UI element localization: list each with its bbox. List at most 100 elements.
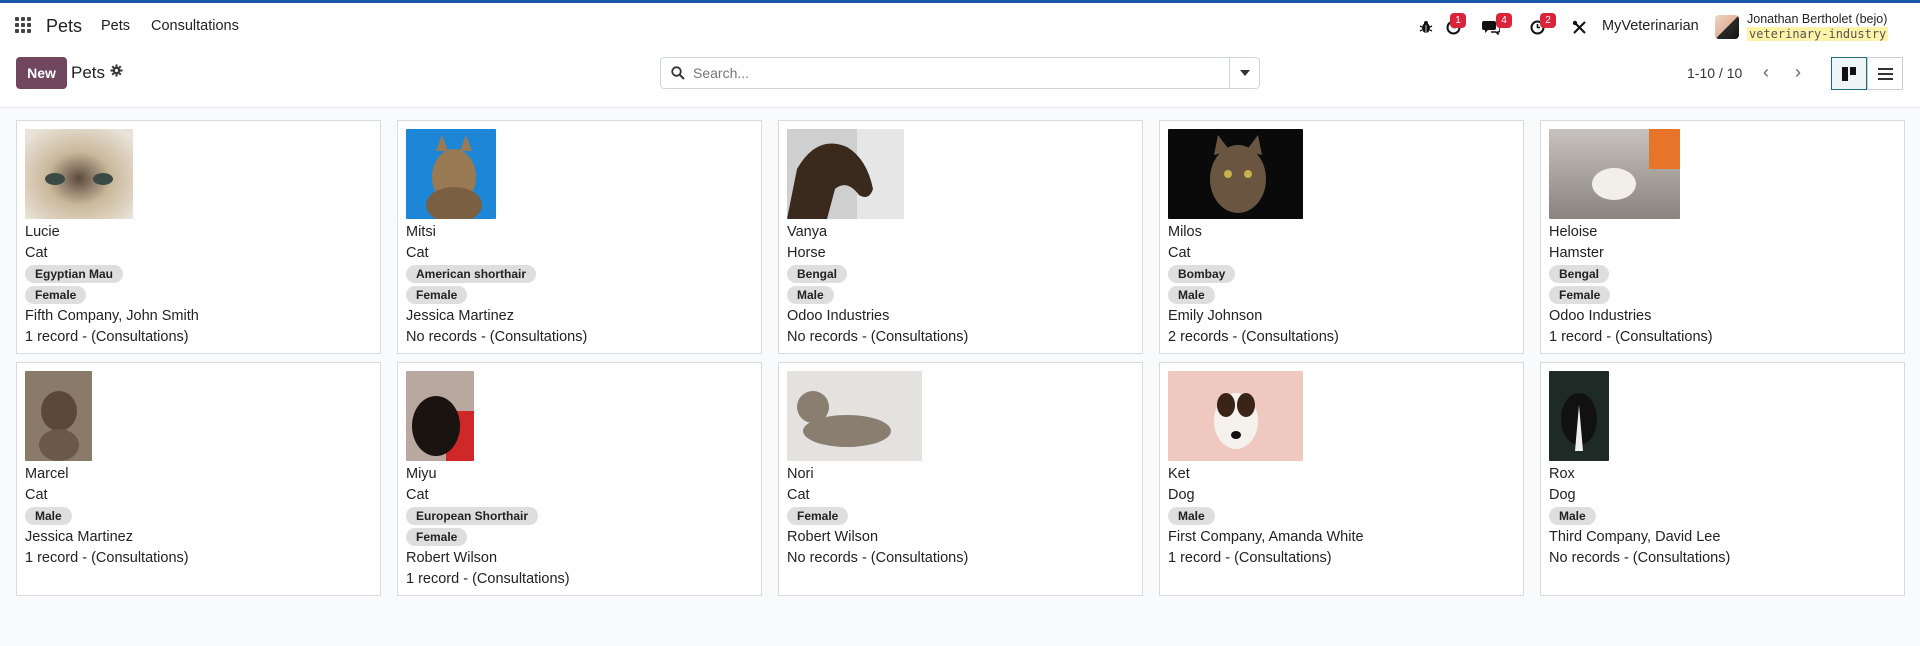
messages-badge: 4 xyxy=(1496,13,1512,28)
breed-tag: Bombay xyxy=(1168,265,1236,283)
breed-tag: Bengal xyxy=(787,265,848,283)
consultations-link[interactable]: 1 record - (Consultations) xyxy=(1549,327,1896,348)
page-title: Pets xyxy=(71,63,106,82)
breed-tag: Egyptian Mau xyxy=(25,265,124,283)
pet-card[interactable]: Milos Cat Bombay Male Emily Johnson 2 re… xyxy=(1159,120,1524,354)
pet-name: Vanya xyxy=(787,224,828,240)
pet-type: Dog xyxy=(1549,487,1576,503)
pet-owner: First Company, Amanda White xyxy=(1168,529,1364,545)
pet-type: Cat xyxy=(406,245,429,261)
consultations-link[interactable]: 1 record - (Consultations) xyxy=(406,569,753,590)
pet-type: Horse xyxy=(787,245,826,261)
pet-card[interactable]: Lucie Cat Egyptian Mau Female Fifth Comp… xyxy=(16,120,381,354)
pager-previous-icon[interactable]: ‹ xyxy=(1757,63,1775,83)
search-input[interactable] xyxy=(693,62,1223,84)
pet-name: Miyu xyxy=(406,466,437,482)
app-brand[interactable]: Pets xyxy=(46,16,82,37)
pet-type: Cat xyxy=(787,487,810,503)
pet-photo xyxy=(1168,371,1303,461)
pet-photo xyxy=(1168,129,1303,219)
tools-icon[interactable] xyxy=(1569,17,1589,37)
gender-tag: Male xyxy=(25,507,72,525)
consultations-link[interactable]: 1 record - (Consultations) xyxy=(25,548,372,569)
consultations-link[interactable]: No records - (Consultations) xyxy=(406,327,753,348)
pet-card[interactable]: Miyu Cat European Shorthair Female Rober… xyxy=(397,362,762,596)
control-panel: New Pets 1-10 / 10 ‹ › xyxy=(0,48,1920,108)
pet-name: Lucie xyxy=(25,224,60,240)
main-navbar: Pets Pets Consultations 1 4 2 MyVeterina… xyxy=(0,3,1920,48)
pet-type: Dog xyxy=(1168,487,1195,503)
list-view-button[interactable] xyxy=(1867,57,1903,90)
pet-name: Heloise xyxy=(1549,224,1598,240)
gear-icon[interactable] xyxy=(110,64,123,80)
gender-tag: Female xyxy=(25,286,87,304)
pet-card[interactable]: Marcel Cat Male Jessica Martinez 1 recor… xyxy=(16,362,381,596)
gender-tag: Male xyxy=(787,286,834,304)
search-bar xyxy=(660,57,1260,89)
pet-photo xyxy=(787,371,922,461)
pet-type: Cat xyxy=(25,245,48,261)
pet-owner: Emily Johnson xyxy=(1168,308,1263,324)
gender-tag: Male xyxy=(1549,507,1596,525)
consultations-link[interactable]: No records - (Consultations) xyxy=(787,548,1134,569)
pet-name: Ket xyxy=(1168,466,1190,482)
gender-tag: Female xyxy=(406,286,468,304)
pager-next-icon[interactable]: › xyxy=(1789,63,1807,83)
consultations-link[interactable]: No records - (Consultations) xyxy=(1549,548,1896,569)
user-avatar[interactable] xyxy=(1715,15,1739,39)
pet-card[interactable]: Ket Dog Male First Company, Amanda White… xyxy=(1159,362,1524,596)
pet-owner: Jessica Martinez xyxy=(25,529,133,545)
pet-photo xyxy=(25,129,133,219)
kanban-icon xyxy=(1842,66,1856,81)
pet-owner: Third Company, David Lee xyxy=(1549,529,1721,545)
pet-photo xyxy=(25,371,92,461)
pet-card[interactable]: Heloise Hamster Bengal Female Odoo Indus… xyxy=(1540,120,1905,354)
search-options-toggle[interactable] xyxy=(1229,58,1259,88)
pet-owner: Odoo Industries xyxy=(1549,308,1652,324)
search-icon xyxy=(671,66,685,80)
company-switcher[interactable]: MyVeterinarian xyxy=(1602,18,1699,34)
pet-photo xyxy=(1549,371,1609,461)
caret-down-icon xyxy=(1239,70,1250,76)
breed-tag: European Shorthair xyxy=(406,507,539,525)
pet-name: Mitsi xyxy=(406,224,436,240)
pet-name: Milos xyxy=(1168,224,1202,240)
gender-tag: Male xyxy=(1168,507,1215,525)
pager-value[interactable]: 1-10 / 10 xyxy=(1687,65,1742,81)
consultations-link[interactable]: 1 record - (Consultations) xyxy=(1168,548,1515,569)
consultations-link[interactable]: 1 record - (Consultations) xyxy=(25,327,372,348)
pet-photo xyxy=(787,129,904,219)
pet-card[interactable]: Rox Dog Male Third Company, David Lee No… xyxy=(1540,362,1905,596)
activity-badge: 1 xyxy=(1450,13,1466,28)
gender-tag: Female xyxy=(406,528,468,546)
pet-photo xyxy=(1549,129,1680,219)
database-name: veterinary-industry xyxy=(1747,27,1889,41)
pet-card[interactable]: Vanya Horse Bengal Male Odoo Industries … xyxy=(778,120,1143,354)
breed-tag: Bengal xyxy=(1549,265,1610,283)
pet-owner: Jessica Martinez xyxy=(406,308,514,324)
clock-badge: 2 xyxy=(1540,13,1556,28)
menu-item-pets[interactable]: Pets xyxy=(101,18,130,34)
kanban-view-button[interactable] xyxy=(1831,57,1867,90)
pet-type: Cat xyxy=(1168,245,1191,261)
pet-photo xyxy=(406,371,474,461)
consultations-link[interactable]: 2 records - (Consultations) xyxy=(1168,327,1515,348)
bug-icon[interactable] xyxy=(1416,17,1436,37)
gender-tag: Female xyxy=(787,507,849,525)
pet-photo xyxy=(406,129,496,219)
pet-owner: Odoo Industries xyxy=(787,308,890,324)
apps-menu-icon[interactable] xyxy=(15,17,31,33)
pet-name: Nori xyxy=(787,466,814,482)
new-button[interactable]: New xyxy=(16,57,67,89)
pet-name: Rox xyxy=(1549,466,1575,482)
menu-item-consultations[interactable]: Consultations xyxy=(151,18,239,34)
user-name[interactable]: Jonathan Bertholet (bejo) xyxy=(1747,12,1887,26)
consultations-link[interactable]: No records - (Consultations) xyxy=(787,327,1134,348)
pet-type: Hamster xyxy=(1549,245,1604,261)
pet-card[interactable]: Nori Cat Female Robert Wilson No records… xyxy=(778,362,1143,596)
breed-tag: American shorthair xyxy=(406,265,537,283)
pet-card[interactable]: Mitsi Cat American shorthair Female Jess… xyxy=(397,120,762,354)
pet-name: Marcel xyxy=(25,466,69,482)
gender-tag: Male xyxy=(1168,286,1215,304)
gender-tag: Female xyxy=(1549,286,1611,304)
